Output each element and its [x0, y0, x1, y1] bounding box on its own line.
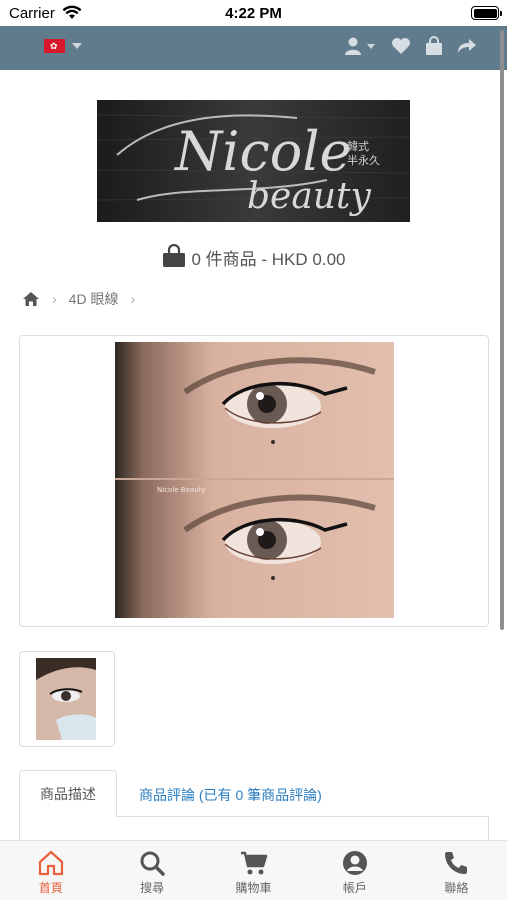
- thumbnail-photo: [36, 658, 96, 740]
- tab-description[interactable]: 商品描述: [19, 770, 117, 818]
- cart-summary[interactable]: 0 件商品 - HKD 0.00: [0, 243, 507, 270]
- tab-reviews[interactable]: 商品評論 (已有 0 筆商品評論): [139, 770, 322, 818]
- logo-side-text-2: 半永久: [347, 153, 380, 167]
- eyeliner-photo: Nicole Beauty: [115, 342, 394, 618]
- heart-icon[interactable]: [391, 36, 411, 56]
- chevron-down-icon[interactable]: [72, 43, 82, 49]
- user-icon[interactable]: [345, 36, 363, 56]
- nav-cart[interactable]: 購物車: [203, 841, 304, 900]
- product-tabs: 商品描述 商品評論 (已有 0 筆商品評論): [19, 770, 489, 847]
- store-logo[interactable]: Nicole beauty 韓式 半永久: [97, 100, 410, 222]
- nav-contact-label: 聯絡: [444, 881, 469, 895]
- nav-contact[interactable]: 聯絡: [406, 841, 507, 900]
- hong-kong-flag-icon[interactable]: ✿: [44, 39, 65, 53]
- home-icon[interactable]: [22, 291, 40, 307]
- nav-search[interactable]: 搜尋: [101, 841, 202, 900]
- search-icon: [140, 851, 165, 876]
- product-thumbnail[interactable]: [36, 658, 96, 740]
- logo-main-text: Nicole: [173, 120, 352, 183]
- shopping-bag-icon[interactable]: [425, 36, 443, 56]
- logo-sub-text: beauty: [247, 176, 371, 217]
- image-watermark: Nicole Beauty: [157, 486, 206, 494]
- nav-search-label: 搜尋: [140, 881, 165, 895]
- nav-cart-label: 購物車: [235, 881, 272, 895]
- breadcrumb-item[interactable]: 4D 眼線: [69, 289, 119, 309]
- breadcrumb: › 4D 眼線 ›: [22, 289, 147, 309]
- home-icon: [38, 850, 63, 876]
- product-image-frame: Nicole Beauty: [19, 335, 489, 627]
- scrollbar[interactable]: [500, 30, 504, 630]
- battery-icon: [471, 6, 502, 20]
- cart-icon: [240, 851, 267, 875]
- chevron-right-icon: ›: [130, 291, 136, 307]
- logo-side-text-1: 韓式: [347, 140, 369, 153]
- nav-home-label: 首頁: [38, 881, 63, 895]
- product-image[interactable]: Nicole Beauty: [115, 342, 394, 618]
- nav-account[interactable]: 帳戶: [304, 841, 405, 900]
- chevron-down-icon[interactable]: [367, 44, 375, 49]
- nav-account-label: 帳戶: [342, 881, 367, 895]
- clock: 4:22 PM: [225, 5, 282, 22]
- nav-home[interactable]: 首頁: [0, 841, 101, 900]
- bottom-nav: 首頁 搜尋 購物車 帳戶 聯絡: [0, 840, 507, 900]
- shopping-bag-icon: [162, 243, 185, 267]
- thumbnail-frame[interactable]: [19, 651, 115, 747]
- top-bar: ✿: [0, 26, 507, 70]
- status-bar: Carrier 4:22 PM: [0, 0, 507, 26]
- logo-graphic: Nicole beauty 韓式 半永久: [97, 100, 410, 222]
- cart-summary-text: 0 件商品 - HKD 0.00: [191, 250, 346, 269]
- chevron-right-icon: ›: [52, 291, 57, 307]
- account-icon: [342, 851, 367, 875]
- share-icon[interactable]: [457, 36, 477, 56]
- phone-icon: [445, 852, 468, 874]
